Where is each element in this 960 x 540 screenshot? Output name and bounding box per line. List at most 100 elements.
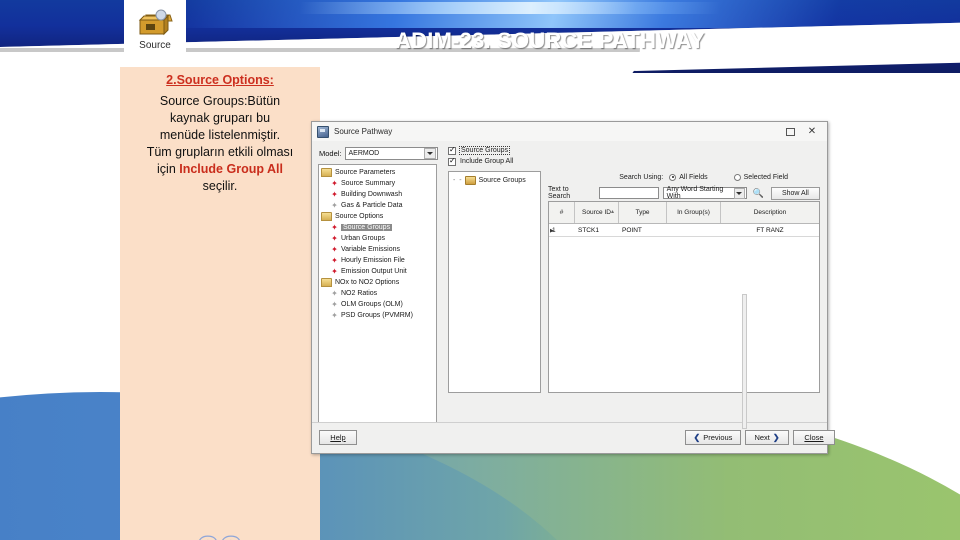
tree-item[interactable]: ✦ NO2 Ratios	[321, 288, 436, 299]
grid-column-header[interactable]: In Group(s)	[667, 202, 721, 223]
tree-item[interactable]: ✦ Urban Groups	[321, 233, 436, 244]
checkbox-icon[interactable]	[448, 156, 456, 166]
tree-item[interactable]: Source Options	[321, 211, 436, 222]
callout-line-5: için Include Group All	[124, 161, 316, 178]
callout-line-4: Tüm grupların etkili olması	[146, 145, 294, 159]
folder-icon	[321, 278, 332, 287]
grid-column-header[interactable]: Source ID ▴	[575, 202, 619, 223]
sort-ascending-icon: ▴	[610, 208, 614, 215]
sources-grid[interactable]: #Source ID▴TypeIn Group(s)Description 1S…	[548, 201, 820, 393]
dialog-title: Source Pathway	[334, 127, 393, 136]
tree-item[interactable]: ✦ Building Downwash	[321, 189, 436, 200]
checkbox-include-group-all[interactable]: Include Group All	[448, 156, 822, 167]
checkbox-icon[interactable]	[448, 145, 456, 155]
radio-all-fields[interactable]: All Fields	[669, 173, 708, 181]
tree-item-label: Building Downwash	[341, 191, 403, 198]
grid-column-header-label: Description	[753, 208, 787, 216]
tree-item-label: NOx to NO2 Options	[335, 279, 400, 286]
callout-panel: 2.Source Options: Source Groups:Bütün ka…	[120, 67, 320, 540]
tree-item-label: Source Summary	[341, 180, 396, 187]
tree-scrollbar[interactable]	[742, 294, 747, 429]
close-button-label: Close	[804, 433, 824, 442]
grid-column-header-label: #	[559, 208, 564, 216]
chevron-down-icon[interactable]	[733, 187, 746, 199]
tree-item-label: Source Options	[335, 213, 384, 220]
binoculars-icon[interactable]: 🔍	[753, 188, 764, 199]
next-button-label: Next	[754, 433, 770, 442]
search-mode-dropdown[interactable]: Any Word Starting With	[662, 186, 747, 200]
tree-item[interactable]: ✦ Gas & Particle Data	[321, 200, 436, 211]
node-star-icon: ✦	[331, 256, 338, 265]
callout-line-2: kaynak gruparı bu	[169, 111, 271, 125]
tree-item[interactable]: ✦ PSD Groups (PVMRM)	[321, 310, 436, 321]
source-groups-list[interactable]: - - Source Groups	[448, 171, 541, 393]
grid-column-header[interactable]: Type	[619, 202, 667, 223]
search-using-row: Search Using: All Fields Selected Field	[548, 171, 820, 183]
callout-heading: 2.Source Options:	[166, 73, 274, 87]
node-star-icon: ✦	[331, 311, 338, 320]
list-item[interactable]: - - Source Groups	[453, 176, 540, 185]
search-input[interactable]	[598, 187, 659, 199]
tree-item[interactable]: ✦ Variable Emissions	[321, 244, 436, 255]
node-star-icon: ✦	[331, 190, 338, 199]
grid-column-header-label: Type	[635, 208, 650, 216]
grid-column-header-label: In Group(s)	[677, 208, 710, 216]
source-pathway-dialog: Source Pathway ✕ Model: AERMOD Source Pa…	[311, 121, 835, 454]
radio-icon[interactable]	[669, 173, 677, 181]
search-using-label: Search Using:	[619, 173, 664, 181]
grid-column-header[interactable]: #	[549, 202, 575, 223]
right-pane: Source Groups Include Group All - - Sour…	[444, 145, 822, 439]
callout-line-6: seçilir.	[202, 179, 238, 193]
tree-item-label: OLM Groups (OLM)	[341, 301, 403, 308]
previous-button-label: Previous	[703, 433, 733, 442]
folder-icon	[321, 168, 332, 177]
radio-icon[interactable]	[733, 173, 741, 181]
model-row: Model: AERMOD	[319, 147, 438, 160]
close-button[interactable]: Close	[793, 430, 835, 445]
tree-item[interactable]: NOx to NO2 Options	[321, 277, 436, 288]
dialog-footer: Help ❮ Previous Next ❯ Close	[312, 422, 835, 453]
help-button[interactable]: Help	[319, 430, 357, 445]
tree-item-label: Variable Emissions	[341, 246, 401, 253]
search-mode-value: Any Word Starting With	[666, 186, 724, 200]
grid-header-row: # Source ID ▴ Type In Group(s) Description	[549, 202, 819, 224]
tree-item[interactable]: ✦ Source Groups	[321, 222, 436, 233]
search-text-label: Text to Search	[548, 186, 571, 200]
maximize-button[interactable]	[779, 123, 801, 140]
model-dropdown[interactable]: AERMOD	[344, 147, 438, 160]
previous-button[interactable]: ❮ Previous	[685, 430, 741, 445]
pathway-tree[interactable]: Source Parameters ✦ Source Summary ✦ Buildin…	[318, 164, 437, 423]
radio-selected-field-label: Selected Field	[743, 173, 788, 181]
checkbox-source-groups[interactable]: Source Groups	[448, 145, 822, 156]
node-star-icon: ✦	[331, 179, 338, 188]
tree-item[interactable]: ✦ Source Summary	[321, 178, 436, 189]
table-cell-type: POINT	[622, 226, 642, 234]
tree-item-label: Urban Groups	[341, 235, 385, 242]
window-buttons: ✕	[779, 122, 823, 141]
tree-item[interactable]: Source Parameters	[321, 167, 436, 178]
callout-body: Source Groups:Bütün kaynak gruparı bu me…	[124, 93, 316, 195]
tree-item[interactable]: ✦ Hourly Emission File	[321, 255, 436, 266]
tree-item-label: Gas & Particle Data	[341, 202, 403, 209]
callout-line-5-prefix: için	[157, 162, 180, 176]
folder-icon	[464, 176, 476, 185]
chevron-down-icon[interactable]	[424, 148, 437, 159]
table-row[interactable]: 1STCK1 POINT FT RANZ	[549, 224, 819, 237]
grid-column-header-label: Source ID	[582, 208, 611, 216]
show-all-button[interactable]: Show All	[770, 186, 820, 200]
checkbox-source-groups-label: Source Groups	[458, 146, 511, 155]
radio-all-fields-label: All Fields	[679, 173, 708, 181]
close-icon[interactable]: ✕	[801, 123, 823, 140]
grid-column-header[interactable]: Description	[721, 202, 819, 223]
tree-item[interactable]: ✦ Emission Output Unit	[321, 266, 436, 277]
callout-line-5-highlight: Include Group All	[179, 162, 283, 176]
radio-selected-field[interactable]: Selected Field	[733, 173, 788, 181]
dialog-titlebar[interactable]: Source Pathway ✕	[312, 122, 827, 141]
next-button[interactable]: Next ❯	[745, 430, 789, 445]
node-star-icon: ✦	[331, 300, 338, 309]
source-chest-icon	[138, 4, 173, 36]
chevron-left-icon: ❮	[693, 433, 701, 442]
slide-number: 23	[120, 528, 320, 540]
table-cell-source-id: STCK1	[578, 226, 599, 234]
tree-item[interactable]: ✦ OLM Groups (OLM)	[321, 299, 436, 310]
